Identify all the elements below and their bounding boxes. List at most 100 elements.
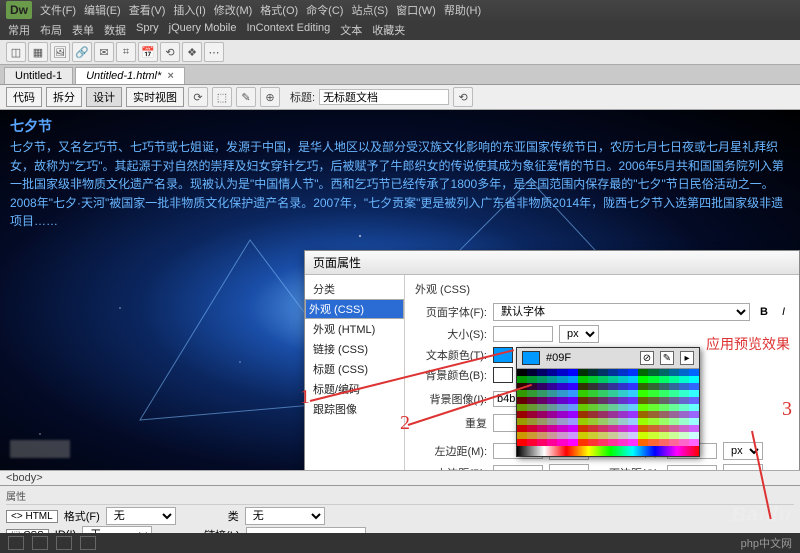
bottom-bar: php中文网 (0, 533, 800, 553)
page-title-input[interactable] (319, 89, 449, 105)
class-select[interactable]: 无 (245, 507, 325, 525)
toolbar-icon[interactable]: ⬚ (212, 87, 232, 107)
insert-toolbar: ◫ ▦ 🖼 🔗 ✉ ⌗ 📅 ⟲ ❖ ⋯ (0, 40, 800, 65)
property-inspector: 属性 <> HTML 格式(F) 无 类 无 ⬚ CSS ID(I) 无 链接(… (0, 485, 800, 533)
app-menubar: Dw 文件(F) 编辑(E) 查看(V) 插入(I) 修改(M) 格式(O) 命… (0, 0, 800, 20)
bar-icon[interactable] (8, 536, 24, 550)
format-select[interactable]: 无 (106, 507, 176, 525)
textcolor-swatch[interactable] (493, 347, 513, 363)
category-pane: 分类 外观 (CSS) 外观 (HTML) 链接 (CSS) 标题 (CSS) … (305, 275, 405, 494)
category-item[interactable]: 链接 (CSS) (305, 339, 404, 359)
cat-form[interactable]: 表单 (72, 22, 94, 38)
tool-btn[interactable]: 🖼 (50, 42, 70, 62)
file-tabstrip: Untitled-1 Untitled-1.html* × (0, 65, 800, 85)
websafe-color-grid[interactable] (517, 369, 699, 446)
cat-text[interactable]: 文本 (340, 22, 362, 38)
tool-btn[interactable]: ⋯ (204, 42, 224, 62)
tag-selector-status[interactable]: <body> (0, 470, 800, 485)
menu-modify[interactable]: 修改(M) (214, 2, 253, 18)
bgcolor-swatch[interactable] (493, 367, 513, 383)
textcolor-label: 文本颜色(T): (415, 347, 487, 363)
toolbar-icon[interactable]: ⊕ (260, 87, 280, 107)
bar-icon[interactable] (80, 536, 96, 550)
view-split-button[interactable]: 拆分 (46, 87, 82, 107)
font-family-select[interactable]: 默认字体 (493, 303, 750, 321)
more-icon[interactable]: ▸ (680, 351, 694, 365)
file-tab[interactable]: Untitled-1 (4, 67, 73, 84)
size-label: 大小(S): (415, 326, 487, 342)
menu-file[interactable]: 文件(F) (40, 2, 76, 18)
toolbar-icon[interactable]: ⟲ (453, 87, 473, 107)
view-live-button[interactable]: 实时视图 (126, 87, 184, 107)
bold-button[interactable]: B (756, 306, 772, 318)
menu-format[interactable]: 格式(O) (260, 2, 298, 18)
menu-site[interactable]: 站点(S) (351, 2, 388, 18)
repeat-label: 重复 (415, 415, 487, 431)
tool-btn[interactable]: ◫ (6, 42, 26, 62)
category-item[interactable]: 标题 (CSS) (305, 359, 404, 379)
menu-view[interactable]: 查看(V) (129, 2, 166, 18)
file-tab-label: Untitled-1 (15, 70, 62, 82)
cat-common[interactable]: 常用 (8, 22, 30, 38)
category-item[interactable]: 外观 (CSS) (305, 299, 404, 319)
toolbar-icon[interactable]: ✎ (236, 87, 256, 107)
doc-heading: 七夕节 (0, 110, 800, 138)
italic-button[interactable]: I (778, 306, 789, 318)
bar-icon[interactable] (32, 536, 48, 550)
menu-edit[interactable]: 编辑(E) (84, 2, 121, 18)
font-size-input[interactable] (493, 326, 553, 342)
cat-spry[interactable]: Spry (136, 22, 159, 38)
tool-btn[interactable]: 📅 (138, 42, 158, 62)
hue-bar[interactable] (517, 446, 699, 456)
picker-swatch (522, 351, 540, 365)
tool-btn[interactable]: ⌗ (116, 42, 136, 62)
brand-watermark: php中文网 (741, 535, 792, 551)
margin-left-label: 左边距(M): (415, 443, 487, 459)
color-picker-popup: #09F ⊘ ✎ ▸ (516, 347, 700, 457)
category-item[interactable]: 标题/编码 (305, 379, 404, 399)
picker-value: #09F (546, 352, 634, 364)
menu-window[interactable]: 窗口(W) (396, 2, 436, 18)
toolbar-icon[interactable]: ⟳ (188, 87, 208, 107)
group-title: 外观 (CSS) (415, 281, 789, 297)
tool-btn[interactable]: 🔗 (72, 42, 92, 62)
tool-btn[interactable]: ✉ (94, 42, 114, 62)
cat-fav[interactable]: 收藏夹 (372, 22, 405, 38)
bar-icon[interactable] (56, 536, 72, 550)
mode-html-button[interactable]: <> HTML (6, 510, 58, 523)
tool-btn[interactable]: ▦ (28, 42, 48, 62)
format-label: 格式(F) (64, 508, 100, 524)
menu-help[interactable]: 帮助(H) (444, 2, 481, 18)
cat-ice[interactable]: InContext Editing (246, 22, 330, 38)
none-icon[interactable]: ⊘ (640, 351, 654, 365)
tool-btn[interactable]: ⟲ (160, 42, 180, 62)
document-view-bar: 代码 拆分 设计 实时视图 ⟳ ⬚ ✎ ⊕ 标题: ⟲ (0, 85, 800, 110)
eyedropper-icon[interactable]: ✎ (660, 351, 674, 365)
bgcolor-label: 背景颜色(B): (415, 367, 487, 383)
tool-btn[interactable]: ❖ (182, 42, 202, 62)
inspector-title: 属性 (6, 488, 794, 505)
menu-insert[interactable]: 插入(I) (173, 2, 205, 18)
censored-region (10, 440, 70, 458)
cat-jqm[interactable]: jQuery Mobile (169, 22, 237, 38)
cat-layout[interactable]: 布局 (40, 22, 62, 38)
title-label: 标题: (290, 89, 315, 105)
insert-category-bar: 常用 布局 表单 数据 Spry jQuery Mobile InContext… (0, 20, 800, 40)
file-tab[interactable]: Untitled-1.html* × (75, 67, 185, 84)
dialog-title: 页面属性 (305, 251, 799, 275)
class-label: 类 (228, 508, 239, 524)
unit-select[interactable]: px (723, 442, 763, 460)
view-code-button[interactable]: 代码 (6, 87, 42, 107)
file-tab-label: Untitled-1.html* (86, 70, 161, 82)
font-label: 页面字体(F): (415, 304, 487, 320)
view-design-button[interactable]: 设计 (86, 87, 122, 107)
menu-command[interactable]: 命令(C) (306, 2, 343, 18)
dw-logo: Dw (6, 1, 32, 19)
bgimage-label: 背景图像(I): (415, 391, 487, 407)
cat-data[interactable]: 数据 (104, 22, 126, 38)
font-size-unit[interactable]: px (559, 325, 599, 343)
category-header: 分类 (305, 279, 404, 299)
category-item[interactable]: 外观 (HTML) (305, 319, 404, 339)
category-item[interactable]: 跟踪图像 (305, 399, 404, 419)
close-icon[interactable]: × (167, 70, 173, 82)
